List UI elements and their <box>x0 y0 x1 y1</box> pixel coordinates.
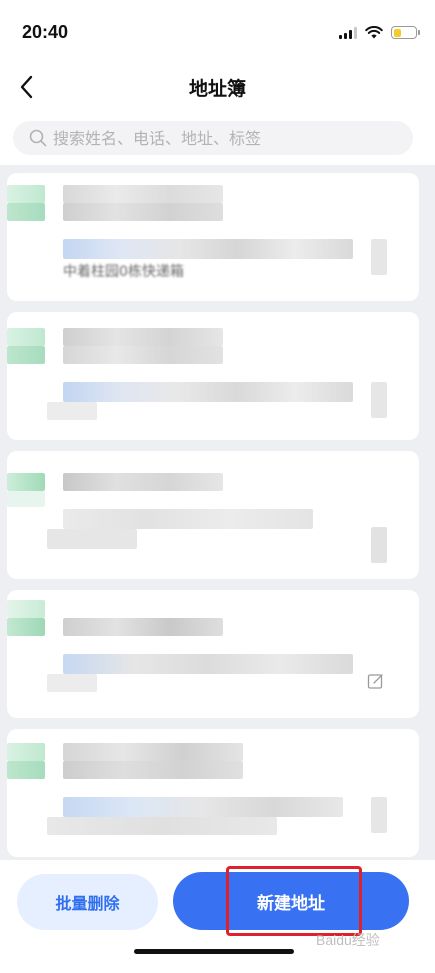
edit-icon-blur <box>371 527 387 563</box>
cellular-signal-icon <box>339 26 357 39</box>
name-blur <box>63 743 243 761</box>
watermark: Baidu经验 <box>316 932 380 948</box>
edit-icon-blur <box>371 797 387 833</box>
batch-delete-button[interactable]: 批量删除 <box>17 874 158 930</box>
phone-blur <box>63 761 243 779</box>
status-bar: 20:40 <box>0 0 435 64</box>
edit-icon-blur <box>371 382 387 418</box>
avatar-blur <box>7 600 45 618</box>
page-title: 地址簿 <box>188 78 246 100</box>
nav-bar: 地址簿 <box>0 64 435 112</box>
avatar-blur <box>7 346 45 364</box>
new-address-button[interactable]: 新建地址 <box>173 872 409 930</box>
address-blur <box>47 674 97 692</box>
address-list[interactable]: 中着柱园0栋快递箱 <box>0 165 435 860</box>
address-blur <box>63 654 353 674</box>
address-blur <box>63 797 343 817</box>
address-blur <box>63 509 313 529</box>
search-box[interactable] <box>13 121 413 155</box>
name-blur <box>63 328 223 346</box>
avatar-blur <box>7 328 45 346</box>
avatar-blur <box>7 761 45 779</box>
name-blur <box>63 618 223 636</box>
search-icon <box>29 129 47 147</box>
address-blur <box>47 402 97 420</box>
name-blur <box>63 473 223 491</box>
address-blur <box>63 239 353 259</box>
address-card[interactable] <box>7 312 419 440</box>
address-card[interactable] <box>7 729 419 857</box>
avatar-blur <box>7 491 45 507</box>
phone-blur <box>63 203 223 221</box>
phone-blur <box>63 346 223 364</box>
address-blur <box>63 382 353 402</box>
edit-icon[interactable] <box>367 672 385 690</box>
edit-icon-blur <box>371 239 387 275</box>
search-input[interactable] <box>53 128 383 148</box>
address-card[interactable] <box>7 590 419 718</box>
name-blur <box>63 185 223 203</box>
status-time: 20:40 <box>22 22 69 42</box>
wifi-icon <box>365 26 383 39</box>
address-blur <box>47 529 137 549</box>
battery-level <box>393 28 401 37</box>
address-card[interactable] <box>7 451 419 579</box>
avatar-blur <box>7 203 45 221</box>
avatar-blur <box>7 185 45 203</box>
home-indicator <box>134 949 294 954</box>
avatar-blur <box>7 473 45 491</box>
address-text: 中着柱园0栋快递箱 <box>63 264 184 280</box>
avatar-blur <box>7 618 45 636</box>
address-blur <box>47 817 277 835</box>
address-card[interactable]: 中着柱园0栋快递箱 <box>7 173 419 301</box>
avatar-blur <box>7 743 45 761</box>
battery-icon <box>391 26 420 39</box>
bottom-bar: 批量删除 新建地址 Baidu经验 <box>0 860 435 973</box>
status-icons <box>339 26 420 39</box>
